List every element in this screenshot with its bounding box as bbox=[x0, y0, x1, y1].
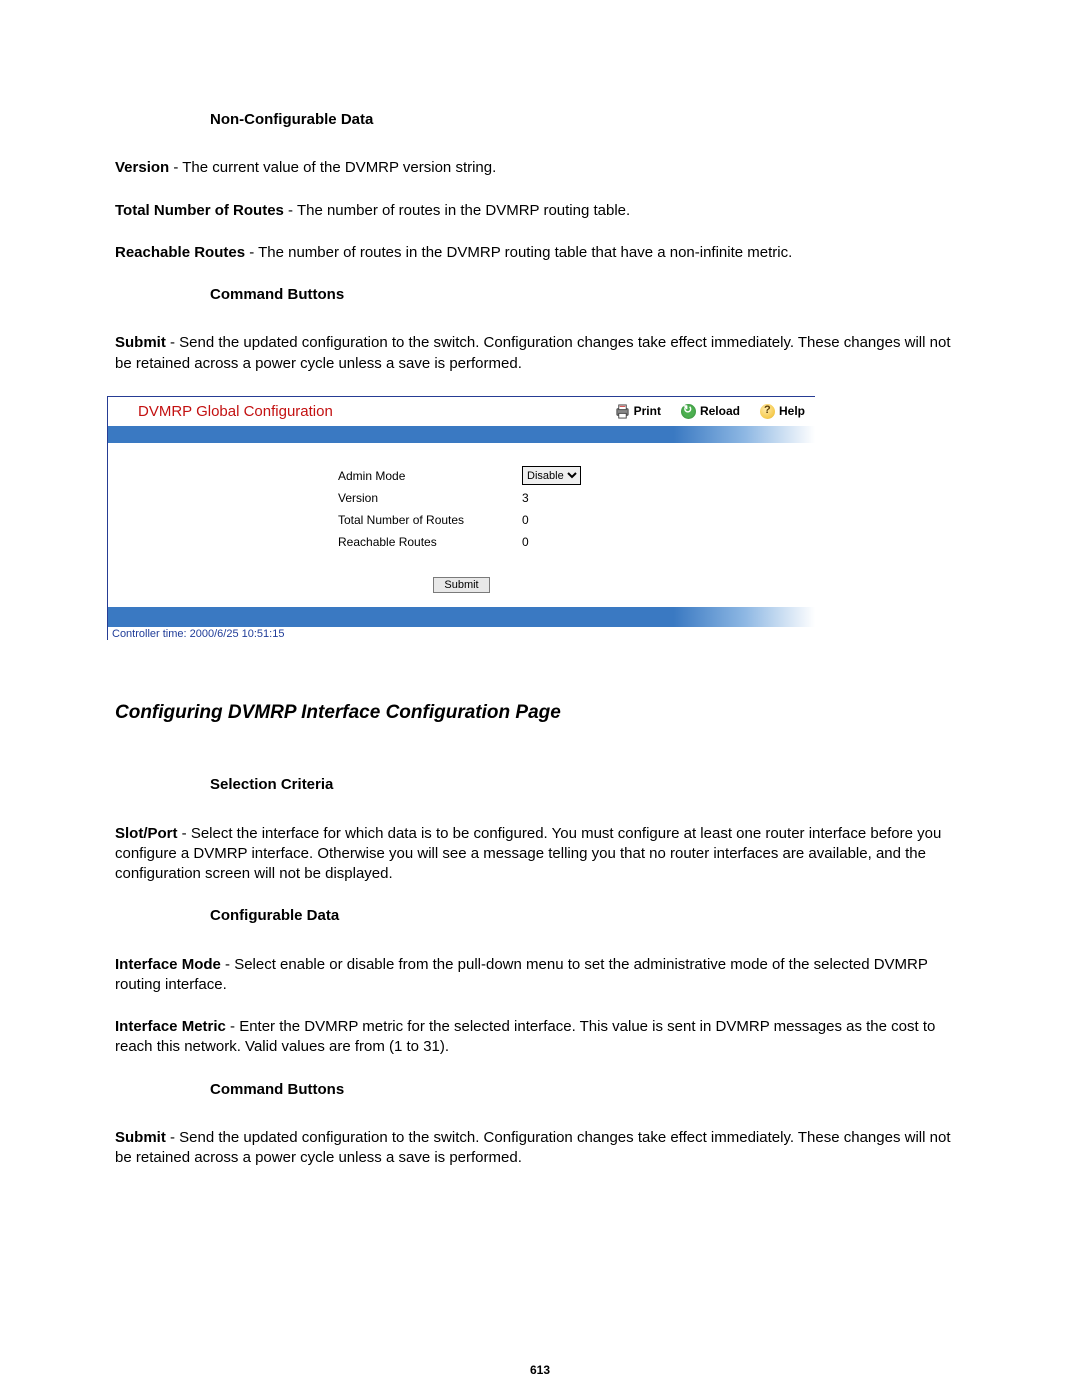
reload-label: Reload bbox=[700, 404, 740, 418]
print-button[interactable]: Print bbox=[615, 404, 661, 419]
help-button[interactable]: Help bbox=[760, 404, 805, 419]
term-reachable-routes: Reachable Routes bbox=[115, 244, 245, 261]
section-title-interface-config: Configuring DVMRP Interface Configuratio… bbox=[115, 700, 965, 726]
panel-title: DVMRP Global Configuration bbox=[138, 403, 595, 420]
print-label: Print bbox=[634, 404, 661, 418]
row-reachable-routes: Reachable Routes 0 bbox=[108, 531, 815, 553]
panel-divider-bottom bbox=[108, 607, 815, 627]
label-total-routes: Total Number of Routes bbox=[108, 513, 518, 527]
desc-slotport: - Select the interface for which data is… bbox=[115, 825, 941, 883]
reload-button[interactable]: Reload bbox=[681, 404, 740, 419]
label-version: Version bbox=[108, 491, 518, 505]
row-version: Version 3 bbox=[108, 487, 815, 509]
desc-total-routes: - The number of routes in the DVMRP rout… bbox=[284, 202, 630, 219]
panel-titlebar: DVMRP Global Configuration Print Reload … bbox=[108, 396, 815, 426]
page-number: 613 bbox=[0, 1363, 1080, 1377]
heading-selection-criteria: Selection Criteria bbox=[210, 775, 965, 795]
heading-command-buttons-2: Command Buttons bbox=[210, 1080, 965, 1100]
term-slotport: Slot/Port bbox=[115, 825, 178, 842]
term-submit-2: Submit bbox=[115, 1129, 166, 1146]
term-interface-mode: Interface Mode bbox=[115, 956, 221, 973]
panel-divider-top bbox=[108, 426, 815, 443]
para-total-routes: Total Number of Routes - The number of r… bbox=[115, 201, 965, 221]
doc-text-lower: Configuring DVMRP Interface Configuratio… bbox=[115, 700, 965, 1169]
label-reachable-routes: Reachable Routes bbox=[108, 535, 518, 549]
reload-icon bbox=[681, 404, 696, 419]
help-label: Help bbox=[779, 404, 805, 418]
heading-nonconf-data: Non-Configurable Data bbox=[210, 110, 965, 130]
desc-interface-mode: - Select enable or disable from the pull… bbox=[115, 956, 928, 993]
term-version: Version bbox=[115, 159, 169, 176]
desc-submit-2: - Send the updated configuration to the … bbox=[115, 1129, 950, 1166]
value-version: 3 bbox=[518, 491, 529, 505]
term-total-routes: Total Number of Routes bbox=[115, 202, 284, 219]
para-version: Version - The current value of the DVMRP… bbox=[115, 158, 965, 178]
row-admin-mode: Admin Mode Disable bbox=[108, 465, 815, 487]
heading-command-buttons-1: Command Buttons bbox=[210, 285, 965, 305]
panel-body: Admin Mode Disable Version 3 Total Numbe… bbox=[108, 443, 815, 607]
para-submit-2: Submit - Send the updated configuration … bbox=[115, 1128, 965, 1169]
term-submit-1: Submit bbox=[115, 334, 166, 351]
heading-configurable-data: Configurable Data bbox=[210, 906, 965, 926]
doc-text: Non-Configurable Data Version - The curr… bbox=[115, 110, 965, 374]
label-admin-mode: Admin Mode bbox=[108, 469, 518, 483]
desc-interface-metric: - Enter the DVMRP metric for the selecte… bbox=[115, 1018, 935, 1055]
print-icon bbox=[615, 404, 630, 419]
para-reachable-routes: Reachable Routes - The number of routes … bbox=[115, 243, 965, 263]
para-submit-1: Submit - Send the updated configuration … bbox=[115, 333, 965, 374]
admin-mode-select[interactable]: Disable bbox=[522, 466, 581, 485]
help-icon bbox=[760, 404, 775, 419]
submit-button[interactable]: Submit bbox=[433, 577, 489, 593]
para-slotport: Slot/Port - Select the interface for whi… bbox=[115, 824, 965, 885]
row-total-routes: Total Number of Routes 0 bbox=[108, 509, 815, 531]
term-interface-metric: Interface Metric bbox=[115, 1018, 226, 1035]
desc-reachable-routes: - The number of routes in the DVMRP rout… bbox=[245, 244, 792, 261]
desc-submit-1: - Send the updated configuration to the … bbox=[115, 334, 950, 371]
value-reachable-routes: 0 bbox=[518, 535, 529, 549]
value-total-routes: 0 bbox=[518, 513, 529, 527]
para-interface-metric: Interface Metric - Enter the DVMRP metri… bbox=[115, 1017, 965, 1058]
desc-version: - The current value of the DVMRP version… bbox=[169, 159, 496, 176]
para-interface-mode: Interface Mode - Select enable or disabl… bbox=[115, 955, 965, 996]
dvmrp-global-config-panel: DVMRP Global Configuration Print Reload … bbox=[107, 396, 815, 640]
panel-statusbar: Controller time: 2000/6/25 10:51:15 bbox=[108, 627, 815, 640]
